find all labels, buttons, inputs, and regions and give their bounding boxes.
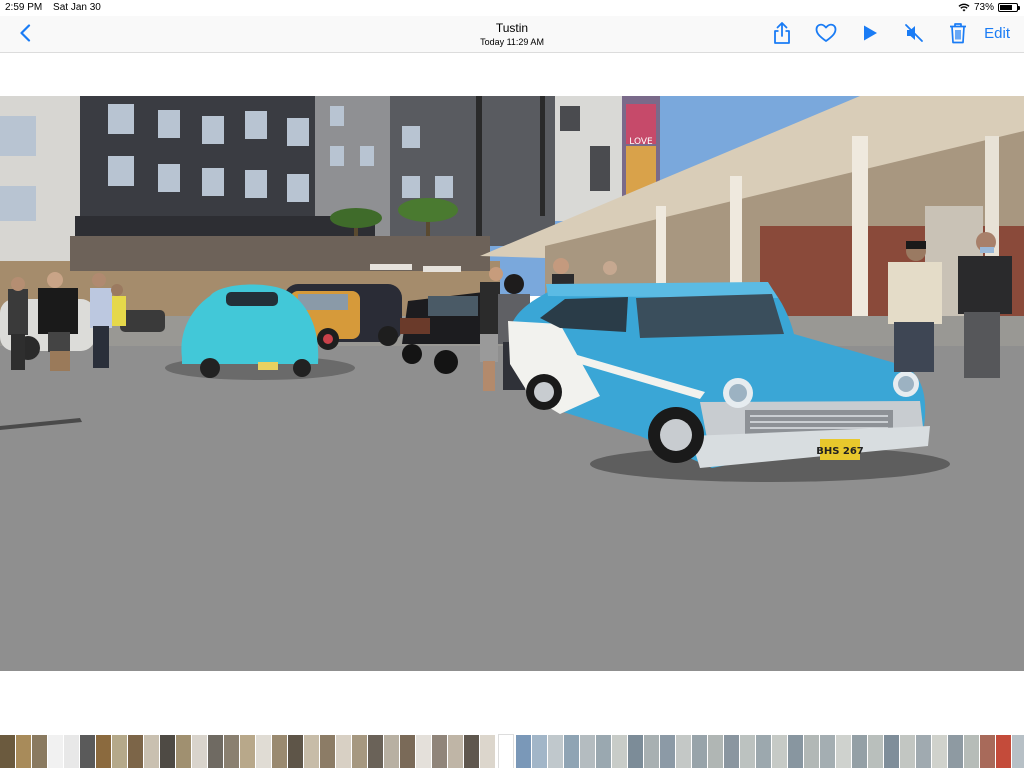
filmstrip-thumbnail[interactable] — [80, 735, 96, 768]
filmstrip-thumbnail[interactable] — [432, 735, 448, 768]
share-icon — [774, 22, 791, 44]
battery-percent: 73% — [973, 2, 994, 13]
filmstrip-thumbnail[interactable] — [932, 735, 948, 768]
filmstrip-thumbnail[interactable] — [740, 735, 756, 768]
filmstrip-thumbnail[interactable] — [0, 735, 16, 768]
filmstrip-thumbnail[interactable] — [580, 735, 596, 768]
status-time: 2:59 PM — [5, 2, 43, 13]
photo-toolbar: Edit — [750, 21, 1010, 45]
filmstrip-thumbnail[interactable] — [900, 735, 916, 768]
photo-display[interactable]: LOVE BHS 267 — [0, 96, 1024, 671]
battery-level — [1000, 5, 1012, 10]
filmstrip-thumbnail[interactable] — [996, 735, 1012, 768]
filmstrip-thumbnail[interactable] — [48, 735, 64, 768]
filmstrip-thumbnail[interactable] — [660, 735, 676, 768]
filmstrip-thumbnail[interactable] — [708, 735, 724, 768]
edit-button[interactable]: Edit — [984, 25, 1010, 42]
play-icon — [864, 25, 878, 41]
navigation-bar: Tustin Today 11:29 AM Edit — [0, 16, 1024, 53]
filmstrip-thumbnail[interactable] — [692, 735, 708, 768]
filmstrip-thumbnail[interactable] — [368, 735, 384, 768]
filmstrip-thumbnail[interactable] — [868, 735, 884, 768]
filmstrip-thumbnail[interactable] — [112, 735, 128, 768]
filmstrip-thumbnail[interactable] — [160, 735, 176, 768]
photo-filmstrip[interactable] — [0, 734, 1024, 768]
building-gray — [390, 96, 555, 246]
wifi-icon — [958, 3, 970, 12]
filmstrip-thumbnail[interactable] — [916, 735, 932, 768]
filmstrip-thumbnail[interactable] — [532, 735, 548, 768]
filmstrip-thumbnail[interactable] — [464, 735, 480, 768]
filmstrip-thumbnail[interactable] — [724, 735, 740, 768]
filmstrip-thumbnail[interactable] — [804, 735, 820, 768]
license-plate-text: BHS 267 — [816, 446, 864, 457]
filmstrip-thumbnail[interactable] — [384, 735, 400, 768]
filmstrip-thumbnail[interactable] — [256, 735, 272, 768]
filmstrip-thumbnail[interactable] — [176, 735, 192, 768]
filmstrip-thumbnail[interactable] — [144, 735, 160, 768]
filmstrip-thumbnail[interactable] — [948, 735, 964, 768]
filmstrip-thumbnail[interactable] — [288, 735, 304, 768]
filmstrip-thumbnail[interactable] — [564, 735, 580, 768]
filmstrip-thumbnail[interactable] — [628, 735, 644, 768]
filmstrip-thumbnail[interactable] — [548, 735, 564, 768]
battery-icon — [998, 3, 1020, 12]
filmstrip-thumbnail[interactable] — [304, 735, 320, 768]
filmstrip-thumbnail[interactable] — [64, 735, 80, 768]
filmstrip-thumbnail[interactable] — [884, 735, 900, 768]
filmstrip-thumbnail-selected[interactable] — [498, 734, 514, 768]
filmstrip-thumbnail[interactable] — [320, 735, 336, 768]
filmstrip-thumbnail[interactable] — [272, 735, 288, 768]
mute-button[interactable] — [902, 21, 926, 45]
filmstrip-thumbnail[interactable] — [416, 735, 432, 768]
filmstrip-thumbnail[interactable] — [788, 735, 804, 768]
filmstrip-thumbnail[interactable] — [596, 735, 612, 768]
trash-icon — [950, 23, 967, 44]
filmstrip-thumbnail[interactable] — [516, 735, 532, 768]
play-button[interactable] — [858, 21, 882, 45]
filmstrip-thumbnail[interactable] — [772, 735, 788, 768]
share-button[interactable] — [770, 21, 794, 45]
filmstrip-thumbnail[interactable] — [96, 735, 112, 768]
filmstrip-thumbnail[interactable] — [352, 735, 368, 768]
filmstrip-thumbnail[interactable] — [16, 735, 32, 768]
filmstrip-thumbnail[interactable] — [224, 735, 240, 768]
speaker-muted-icon — [905, 24, 924, 42]
filmstrip-thumbnail[interactable] — [964, 735, 980, 768]
filmstrip-thumbnail[interactable] — [836, 735, 852, 768]
filmstrip-thumbnail[interactable] — [32, 735, 48, 768]
back-button[interactable] — [14, 21, 36, 45]
filmstrip-thumbnail[interactable] — [240, 735, 256, 768]
filmstrip-thumbnail[interactable] — [448, 735, 464, 768]
filmstrip-thumbnail[interactable] — [400, 735, 416, 768]
filmstrip-thumbnail[interactable] — [820, 735, 836, 768]
filmstrip-thumbnail[interactable] — [208, 735, 224, 768]
photo-viewer-screen: 2:59 PM Sat Jan 30 73% Tustin Today 11:2… — [0, 0, 1024, 768]
heart-icon — [815, 23, 837, 42]
filmstrip-thumbnail[interactable] — [480, 735, 496, 768]
mural-text: LOVE — [629, 137, 653, 147]
filmstrip-thumbnail[interactable] — [612, 735, 628, 768]
filmstrip-thumbnail[interactable] — [756, 735, 772, 768]
filmstrip-thumbnail[interactable] — [1012, 735, 1024, 768]
status-date: Sat Jan 30 — [53, 2, 101, 13]
status-bar: 2:59 PM Sat Jan 30 73% — [0, 0, 1024, 16]
filmstrip-thumbnail[interactable] — [336, 735, 352, 768]
filmstrip-thumbnail[interactable] — [980, 735, 996, 768]
filmstrip-thumbnail[interactable] — [676, 735, 692, 768]
filmstrip-thumbnail[interactable] — [644, 735, 660, 768]
filmstrip-thumbnail[interactable] — [852, 735, 868, 768]
filmstrip-thumbnail[interactable] — [192, 735, 208, 768]
photo-image: LOVE BHS 267 — [0, 96, 1024, 671]
favorite-button[interactable] — [814, 21, 838, 45]
chevron-left-icon — [20, 24, 31, 42]
filmstrip-thumbnail[interactable] — [128, 735, 144, 768]
delete-button[interactable] — [946, 21, 970, 45]
